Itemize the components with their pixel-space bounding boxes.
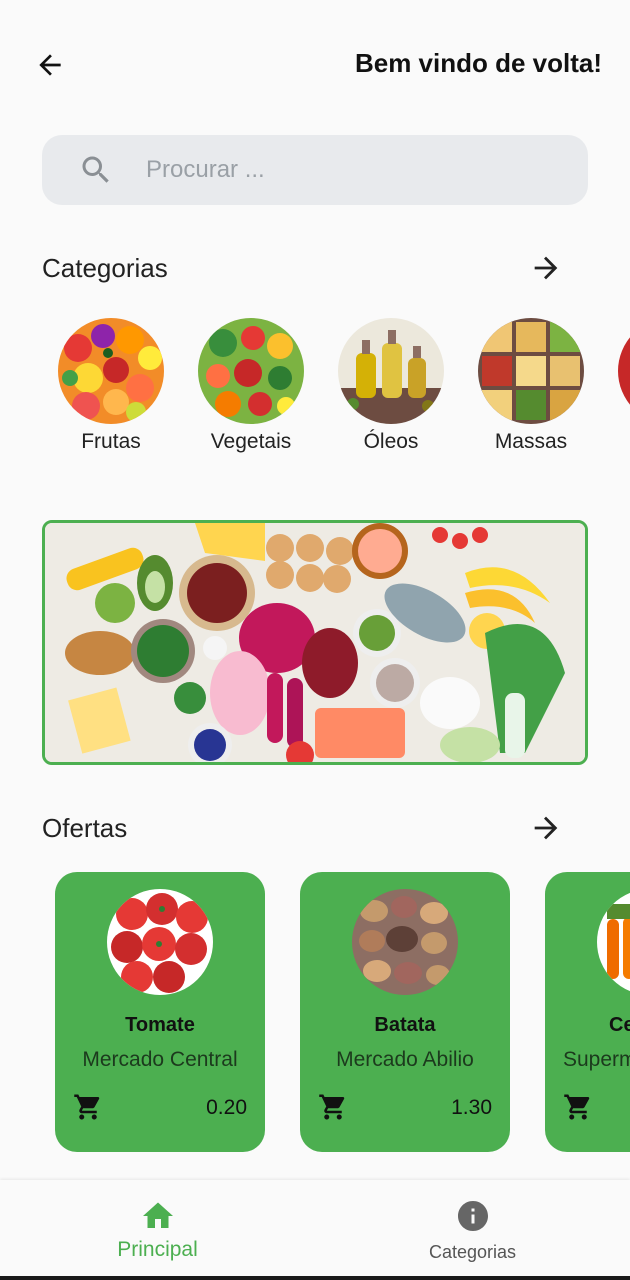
- welcome-title: Bem vindo de volta!: [354, 48, 602, 78]
- offer-name: Tomate: [125, 1014, 195, 1036]
- offer-card-partial[interactable]: Ce Superm: [545, 872, 630, 1152]
- nav-label: Principal: [117, 1238, 198, 1261]
- potato-image: [352, 889, 458, 995]
- offer-price: 1.30: [451, 1096, 492, 1119]
- category-item-massas[interactable]: Massas: [461, 318, 601, 454]
- carrot-image: [597, 889, 630, 995]
- offer-price: 0.20: [206, 1096, 247, 1119]
- system-bar-line: [0, 1276, 630, 1280]
- categories-title: Categorias: [42, 253, 168, 283]
- nav-label: Categorias: [428, 1242, 517, 1262]
- offers-title: Ofertas: [42, 813, 128, 843]
- cart-icon[interactable]: [73, 1092, 103, 1122]
- offer-store: Superm: [563, 1048, 630, 1071]
- vegetables-image: [198, 318, 304, 424]
- offer-name: Ce: [609, 1014, 630, 1036]
- oils-image: [338, 318, 444, 424]
- arrow-right-icon: [534, 256, 558, 280]
- category-label: Frutas: [81, 430, 141, 453]
- search-input[interactable]: [146, 156, 526, 184]
- home-icon: [140, 1198, 176, 1234]
- back-button[interactable]: [30, 45, 70, 85]
- category-label: Vegetais: [210, 430, 292, 453]
- bottom-navigation: Principal Categorias: [0, 1180, 630, 1280]
- category-label: Massas: [494, 430, 568, 453]
- category-item-partial[interactable]: [601, 318, 630, 424]
- arrow-right-icon: [534, 816, 558, 840]
- top-app-bar: Bem vindo de volta!: [0, 0, 630, 130]
- search-icon: [76, 150, 116, 190]
- offer-card-tomate[interactable]: Tomate Mercado Central 0.20: [55, 872, 265, 1152]
- category-item-frutas[interactable]: Frutas: [41, 318, 181, 454]
- category-item-oleos[interactable]: Óleos: [321, 318, 461, 454]
- offer-card-batata[interactable]: Batata Mercado Abilio 1.30: [300, 872, 510, 1152]
- food-banner-image: [45, 523, 585, 762]
- info-icon: [455, 1198, 491, 1234]
- cart-icon[interactable]: [318, 1092, 348, 1122]
- offers-list[interactable]: Tomate Mercado Central 0.20 Batata Merca…: [0, 872, 630, 1154]
- offers-see-all-button[interactable]: [528, 810, 564, 846]
- nav-item-categorias[interactable]: Categorias: [315, 1180, 630, 1276]
- categories-see-all-button[interactable]: [528, 250, 564, 286]
- offer-store: Mercado Central: [82, 1048, 238, 1071]
- arrow-left-icon: [39, 54, 61, 76]
- search-bar[interactable]: [42, 135, 588, 205]
- pasta-image: [478, 318, 584, 424]
- cart-icon[interactable]: [563, 1092, 593, 1122]
- category-label: Óleos: [363, 430, 419, 453]
- offer-store: Mercado Abilio: [336, 1048, 474, 1071]
- nav-item-principal[interactable]: Principal: [0, 1180, 315, 1276]
- category-item-vegetais[interactable]: Vegetais: [181, 318, 321, 454]
- category-image: [618, 318, 630, 424]
- promo-banner[interactable]: [42, 520, 588, 765]
- offer-name: Batata: [374, 1014, 436, 1036]
- tomato-image: [107, 889, 213, 995]
- fruits-image: [58, 318, 164, 424]
- categories-list[interactable]: Frutas Vegetais Óleos Massas: [0, 318, 630, 458]
